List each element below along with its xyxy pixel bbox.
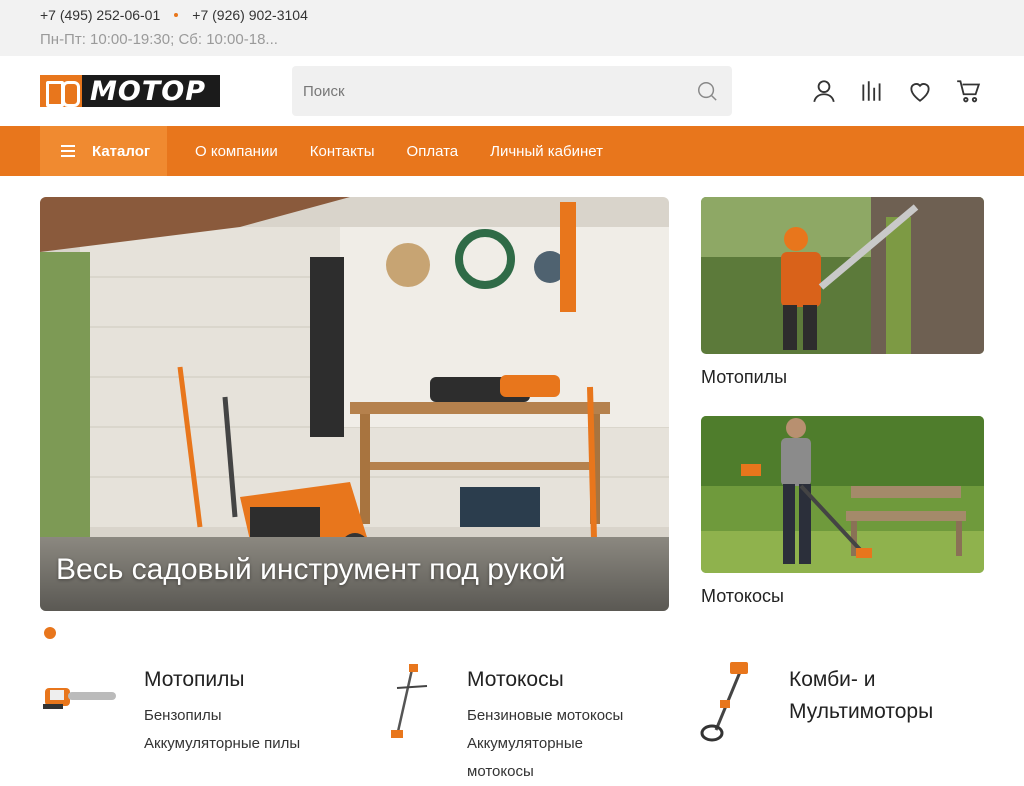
trimmer-thumb-icon[interactable] <box>383 660 463 750</box>
category-subitem[interactable]: Бензопилы <box>144 702 222 730</box>
nav-link-account[interactable]: Личный кабинет <box>490 143 603 160</box>
category-title[interactable]: Мотопилы <box>144 664 244 696</box>
hero-garage-image <box>40 197 669 611</box>
category-title-line-2[interactable]: Мультимоторы <box>789 696 933 728</box>
cart-icon[interactable] <box>955 78 981 104</box>
top-bar: +7 (495) 252-06-01 +7 (926) 902-3104 Пн-… <box>0 0 1024 56</box>
search-input[interactable] <box>303 66 683 116</box>
nav-links: О компании Контакты Оплата Личный кабине… <box>195 126 635 176</box>
logo[interactable]: МОТОР <box>40 75 220 107</box>
header: МОТОР <box>0 56 1024 126</box>
side-card-label: Мотопилы <box>701 367 788 387</box>
category-title[interactable]: Мотокосы <box>467 664 564 696</box>
chainsaw-thumb-icon[interactable] <box>40 660 120 750</box>
nav-link-about[interactable]: О компании <box>195 143 278 160</box>
category-subitem[interactable]: Аккумуляторные мотокосы <box>467 730 647 786</box>
side-card-label: Мотокосы <box>701 586 784 606</box>
nav-link-contacts[interactable]: Контакты <box>310 143 375 160</box>
slider-dot-active[interactable] <box>44 627 56 639</box>
logo-text: МОТОР <box>90 75 206 107</box>
hero-slide[interactable]: Весь садовый инструмент под рукой <box>40 197 669 611</box>
catalog-label: Каталог <box>92 142 151 160</box>
search-box <box>292 66 732 116</box>
phone-numbers: +7 (495) 252-06-01 +7 (926) 902-3104 <box>40 7 308 23</box>
main-nav: Каталог О компании Контакты Оплата Личны… <box>0 126 1024 176</box>
separator-dot <box>174 13 179 17</box>
slider-dots <box>44 627 56 639</box>
chainsaws-image <box>701 197 984 354</box>
hero-title: Весь садовый инструмент под рукой <box>56 553 566 586</box>
category-title-line-1[interactable]: Комби- и <box>789 664 875 696</box>
menu-icon <box>61 145 75 157</box>
compare-icon[interactable] <box>859 78 885 104</box>
category-chainsaws: Мотопилы Бензопилы Аккумуляторные пилы <box>40 660 360 768</box>
side-card-trimmers[interactable]: Мотокосы <box>701 416 984 607</box>
search-icon[interactable] <box>696 80 718 102</box>
phone-link-2[interactable]: +7 (926) 902-3104 <box>192 7 308 23</box>
combi-thumb-icon[interactable] <box>694 660 774 750</box>
nav-link-payment[interactable]: Оплата <box>407 143 459 160</box>
category-subitem[interactable]: Бензиновые мотокосы <box>467 702 623 730</box>
trimmers-image <box>701 416 984 573</box>
side-card-chainsaws[interactable]: Мотопилы <box>701 197 984 388</box>
category-trimmers: Мотокосы Бензиновые мотокосы Аккумулятор… <box>383 660 683 780</box>
category-subitem[interactable]: Аккумуляторные пилы <box>144 730 300 758</box>
catalog-button[interactable]: Каталог <box>40 126 167 176</box>
category-combi: Комби- и Мультимоторы <box>694 660 984 768</box>
heart-icon[interactable] <box>907 78 933 104</box>
user-icon[interactable] <box>811 78 837 104</box>
logo-mark-icon <box>40 75 82 107</box>
working-hours: Пн-Пт: 10:00-19:30; Сб: 10:00-18... <box>40 31 278 48</box>
phone-link-1[interactable]: +7 (495) 252-06-01 <box>40 7 160 23</box>
